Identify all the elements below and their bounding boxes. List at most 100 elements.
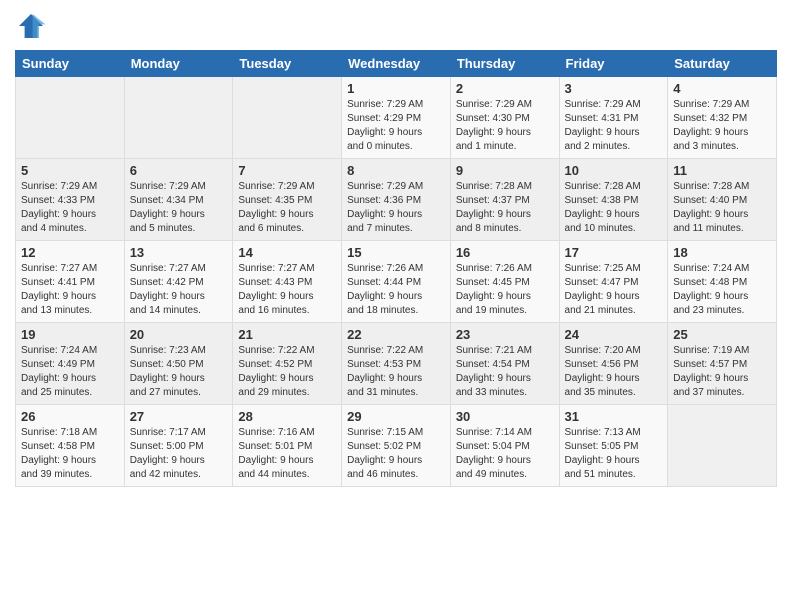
- day-number: 1: [347, 81, 445, 96]
- col-header-tuesday: Tuesday: [233, 51, 342, 77]
- day-info: Sunrise: 7:16 AM Sunset: 5:01 PM Dayligh…: [238, 426, 336, 482]
- day-number: 26: [21, 409, 119, 424]
- calendar-cell: 26 Sunrise: 7:18 AM Sunset: 4:58 PM Dayli…: [16, 405, 125, 487]
- calendar-week-2: 5Sunrise: 7:29 AM Sunset: 4:33 PM Daylig…: [16, 159, 777, 241]
- day-info: Sunrise: 7:13 AM Sunset: 5:05 PM Dayligh…: [565, 426, 663, 482]
- calendar-cell: 20Sunrise: 7:23 AM Sunset: 4:50 PM Dayli…: [124, 323, 233, 405]
- day-info: Sunrise: 7:29 AM Sunset: 4:31 PM Dayligh…: [565, 98, 663, 154]
- calendar-cell: 9Sunrise: 7:28 AM Sunset: 4:37 PM Daylig…: [450, 159, 559, 241]
- calendar-cell: [233, 77, 342, 159]
- day-info: Sunrise: 7:27 AM Sunset: 4:41 PM Dayligh…: [21, 262, 119, 318]
- col-header-thursday: Thursday: [450, 51, 559, 77]
- day-info: Sunrise: 7:29 AM Sunset: 4:36 PM Dayligh…: [347, 180, 445, 236]
- col-header-friday: Friday: [559, 51, 668, 77]
- day-info: Sunrise: 7:20 AM Sunset: 4:56 PM Dayligh…: [565, 344, 663, 400]
- calendar-cell: 3 Sunrise: 7:29 AM Sunset: 4:31 PM Daylig…: [559, 77, 668, 159]
- day-number: 14: [238, 245, 336, 260]
- day-info: Sunrise: 7:24 AM Sunset: 4:48 PM Dayligh…: [673, 262, 771, 318]
- day-number: 17: [565, 245, 663, 260]
- logo: [15, 10, 51, 42]
- day-number: 22: [347, 327, 445, 342]
- col-header-monday: Monday: [124, 51, 233, 77]
- day-number: 21: [238, 327, 336, 342]
- day-info: Sunrise: 7:26 AM Sunset: 4:45 PM Dayligh…: [456, 262, 554, 318]
- col-header-saturday: Saturday: [668, 51, 777, 77]
- day-number: 7: [238, 163, 336, 178]
- day-number: 29: [347, 409, 445, 424]
- calendar-header-row: SundayMondayTuesdayWednesdayThursdayFrid…: [16, 51, 777, 77]
- day-number: 5: [21, 163, 119, 178]
- day-info: Sunrise: 7:27 AM Sunset: 4:42 PM Dayligh…: [130, 262, 228, 318]
- day-number: 27: [130, 409, 228, 424]
- day-number: 10: [565, 163, 663, 178]
- day-number: 3: [565, 81, 663, 96]
- calendar-week-1: 1 Sunrise: 7:29 AM Sunset: 4:29 PM Daylig…: [16, 77, 777, 159]
- day-info: Sunrise: 7:15 AM Sunset: 5:02 PM Dayligh…: [347, 426, 445, 482]
- day-info: Sunrise: 7:25 AM Sunset: 4:47 PM Dayligh…: [565, 262, 663, 318]
- calendar-cell: 24Sunrise: 7:20 AM Sunset: 4:56 PM Dayli…: [559, 323, 668, 405]
- calendar-cell: 23 Sunrise: 7:21 AM Sunset: 4:54 PM Dayli…: [450, 323, 559, 405]
- calendar-cell: 31 Sunrise: 7:13 AM Sunset: 5:05 PM Dayli…: [559, 405, 668, 487]
- day-info: Sunrise: 7:28 AM Sunset: 4:40 PM Dayligh…: [673, 180, 771, 236]
- day-number: 6: [130, 163, 228, 178]
- day-info: Sunrise: 7:29 AM Sunset: 4:29 PM Dayligh…: [347, 98, 445, 154]
- calendar-cell: 13 Sunrise: 7:27 AM Sunset: 4:42 PM Dayli…: [124, 241, 233, 323]
- day-info: Sunrise: 7:21 AM Sunset: 4:54 PM Dayligh…: [456, 344, 554, 400]
- day-number: 20: [130, 327, 228, 342]
- day-info: Sunrise: 7:29 AM Sunset: 4:32 PM Dayligh…: [673, 98, 771, 154]
- day-info: Sunrise: 7:22 AM Sunset: 4:53 PM Dayligh…: [347, 344, 445, 400]
- calendar-cell: 29 Sunrise: 7:15 AM Sunset: 5:02 PM Dayli…: [342, 405, 451, 487]
- calendar-cell: 27 Sunrise: 7:17 AM Sunset: 5:00 PM Dayli…: [124, 405, 233, 487]
- day-info: Sunrise: 7:22 AM Sunset: 4:52 PM Dayligh…: [238, 344, 336, 400]
- day-info: Sunrise: 7:18 AM Sunset: 4:58 PM Dayligh…: [21, 426, 119, 482]
- calendar-cell: 30 Sunrise: 7:14 AM Sunset: 5:04 PM Dayli…: [450, 405, 559, 487]
- day-number: 13: [130, 245, 228, 260]
- day-number: 12: [21, 245, 119, 260]
- day-info: Sunrise: 7:27 AM Sunset: 4:43 PM Dayligh…: [238, 262, 336, 318]
- day-number: 8: [347, 163, 445, 178]
- day-number: 23: [456, 327, 554, 342]
- calendar-cell: 12 Sunrise: 7:27 AM Sunset: 4:41 PM Dayli…: [16, 241, 125, 323]
- col-header-wednesday: Wednesday: [342, 51, 451, 77]
- calendar-cell: 16 Sunrise: 7:26 AM Sunset: 4:45 PM Dayli…: [450, 241, 559, 323]
- day-info: Sunrise: 7:29 AM Sunset: 4:35 PM Dayligh…: [238, 180, 336, 236]
- calendar-table: SundayMondayTuesdayWednesdayThursdayFrid…: [15, 50, 777, 487]
- day-number: 2: [456, 81, 554, 96]
- day-number: 9: [456, 163, 554, 178]
- day-number: 31: [565, 409, 663, 424]
- day-info: Sunrise: 7:24 AM Sunset: 4:49 PM Dayligh…: [21, 344, 119, 400]
- calendar-week-5: 26 Sunrise: 7:18 AM Sunset: 4:58 PM Dayli…: [16, 405, 777, 487]
- day-number: 4: [673, 81, 771, 96]
- header: [15, 10, 777, 42]
- day-info: Sunrise: 7:29 AM Sunset: 4:34 PM Dayligh…: [130, 180, 228, 236]
- calendar-cell: 2 Sunrise: 7:29 AM Sunset: 4:30 PM Daylig…: [450, 77, 559, 159]
- calendar-cell: [16, 77, 125, 159]
- calendar-cell: 14 Sunrise: 7:27 AM Sunset: 4:43 PM Dayli…: [233, 241, 342, 323]
- calendar-cell: 19 Sunrise: 7:24 AM Sunset: 4:49 PM Dayli…: [16, 323, 125, 405]
- calendar-cell: 22 Sunrise: 7:22 AM Sunset: 4:53 PM Dayli…: [342, 323, 451, 405]
- day-info: Sunrise: 7:26 AM Sunset: 4:44 PM Dayligh…: [347, 262, 445, 318]
- day-info: Sunrise: 7:17 AM Sunset: 5:00 PM Dayligh…: [130, 426, 228, 482]
- calendar-cell: 11Sunrise: 7:28 AM Sunset: 4:40 PM Dayli…: [668, 159, 777, 241]
- day-number: 30: [456, 409, 554, 424]
- day-number: 16: [456, 245, 554, 260]
- calendar-cell: 18 Sunrise: 7:24 AM Sunset: 4:48 PM Dayli…: [668, 241, 777, 323]
- page-container: SundayMondayTuesdayWednesdayThursdayFrid…: [0, 0, 792, 502]
- calendar-cell: 4 Sunrise: 7:29 AM Sunset: 4:32 PM Daylig…: [668, 77, 777, 159]
- day-info: Sunrise: 7:14 AM Sunset: 5:04 PM Dayligh…: [456, 426, 554, 482]
- day-info: Sunrise: 7:19 AM Sunset: 4:57 PM Dayligh…: [673, 344, 771, 400]
- calendar-cell: 8 Sunrise: 7:29 AM Sunset: 4:36 PM Daylig…: [342, 159, 451, 241]
- calendar-cell: 5Sunrise: 7:29 AM Sunset: 4:33 PM Daylig…: [16, 159, 125, 241]
- day-info: Sunrise: 7:29 AM Sunset: 4:30 PM Dayligh…: [456, 98, 554, 154]
- calendar-cell: 10 Sunrise: 7:28 AM Sunset: 4:38 PM Dayli…: [559, 159, 668, 241]
- calendar-cell: 28 Sunrise: 7:16 AM Sunset: 5:01 PM Dayli…: [233, 405, 342, 487]
- calendar-cell: 15 Sunrise: 7:26 AM Sunset: 4:44 PM Dayli…: [342, 241, 451, 323]
- day-number: 28: [238, 409, 336, 424]
- logo-icon: [15, 10, 47, 42]
- day-number: 18: [673, 245, 771, 260]
- day-info: Sunrise: 7:28 AM Sunset: 4:38 PM Dayligh…: [565, 180, 663, 236]
- day-number: 19: [21, 327, 119, 342]
- calendar-week-3: 12 Sunrise: 7:27 AM Sunset: 4:41 PM Dayli…: [16, 241, 777, 323]
- day-number: 15: [347, 245, 445, 260]
- calendar-cell: 1 Sunrise: 7:29 AM Sunset: 4:29 PM Daylig…: [342, 77, 451, 159]
